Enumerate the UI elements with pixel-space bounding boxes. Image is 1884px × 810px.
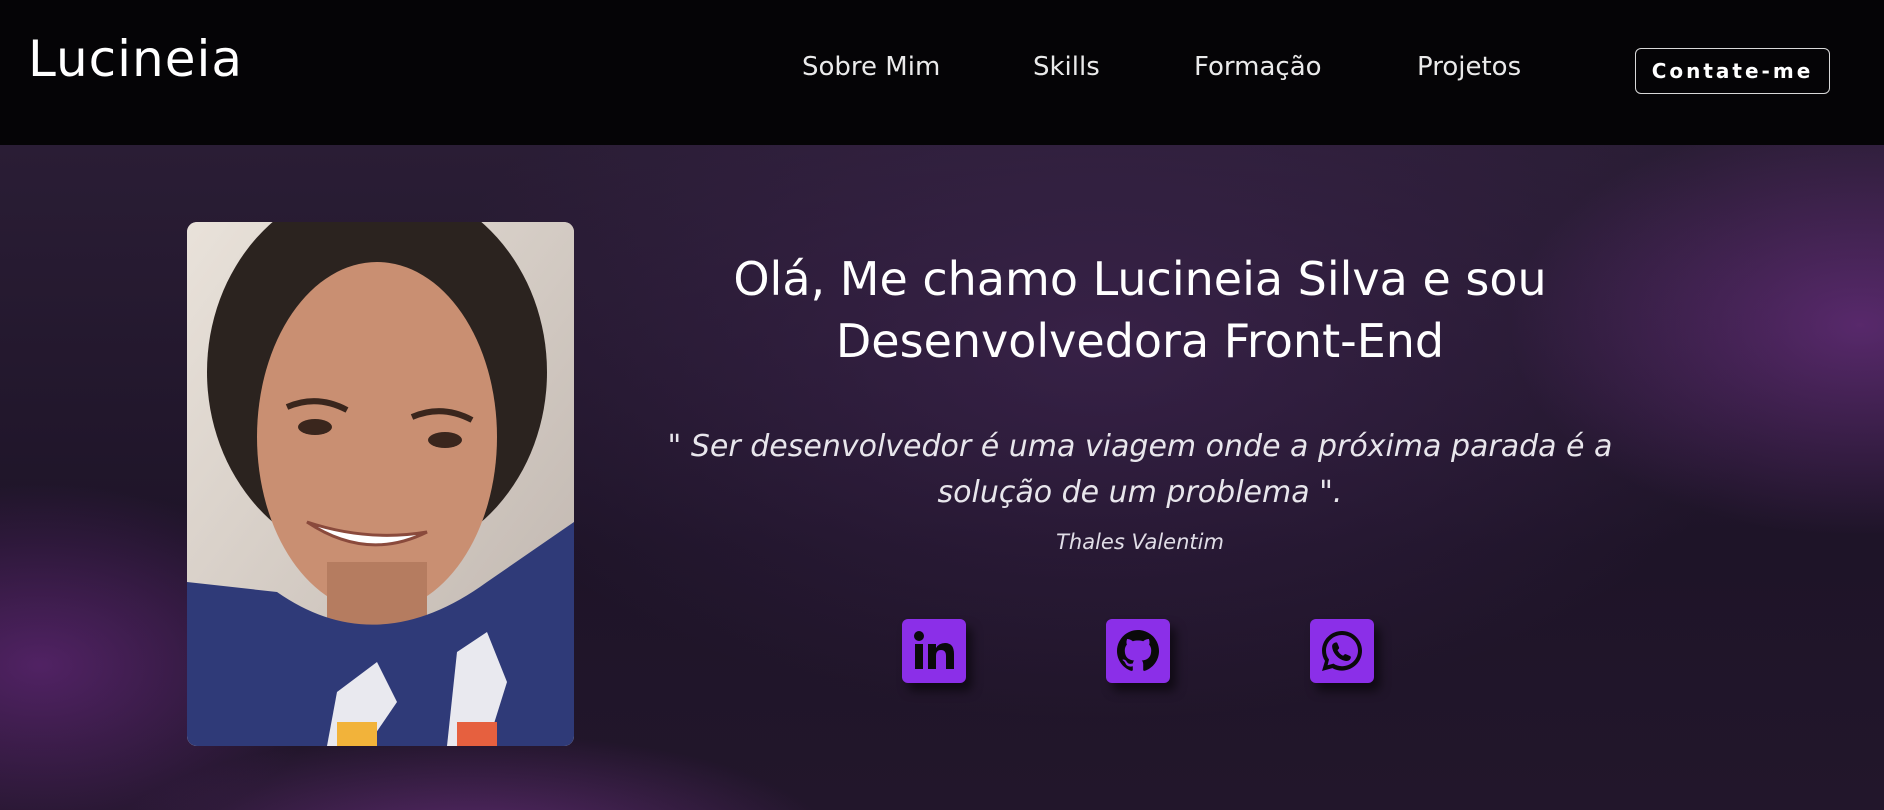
quote-line-1: " Ser desenvolvedor é uma viagem onde a … [667,429,1613,464]
linkedin-button[interactable] [902,619,966,683]
nav-link-formacao[interactable]: Formação [1194,52,1322,82]
logo[interactable]: Lucineia [28,30,243,88]
contact-button[interactable]: Contate-me [1635,48,1830,94]
quote-author: Thales Valentim [1056,530,1224,554]
github-button[interactable] [1106,619,1170,683]
headline-line-1: Olá, Me chamo Lucineia Silva e sou [733,252,1547,306]
whatsapp-button[interactable] [1310,619,1374,683]
site-header: Lucineia Sobre Mim Skills Formação Proje… [0,0,1884,145]
github-icon [1117,630,1159,671]
hero-quote: " Ser desenvolvedor é uma viagem onde a … [610,424,1670,516]
quote-line-2: solução de um problema ". [937,475,1343,510]
whatsapp-icon [1322,631,1362,671]
profile-photo [187,222,574,746]
hero-headline: Olá, Me chamo Lucineia Silva e sou Desen… [600,248,1680,372]
nav-link-skills[interactable]: Skills [1033,52,1100,82]
nav-link-projetos[interactable]: Projetos [1417,52,1521,82]
headline-line-2: Desenvolvedora Front-End [835,314,1445,368]
linkedin-icon [914,631,954,669]
nav-link-sobre-mim[interactable]: Sobre Mim [802,52,940,82]
